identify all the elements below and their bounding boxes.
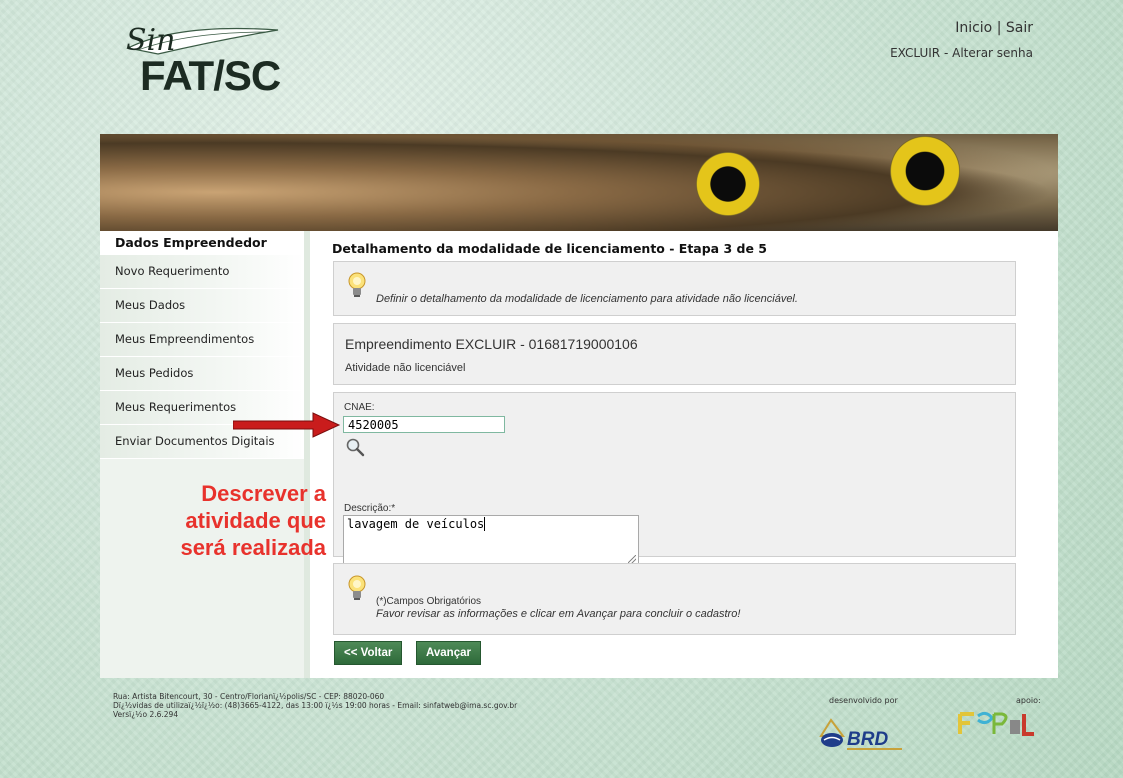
form-box: CNAE: 4520005 Descrição:* lavagem de veí… — [333, 392, 1016, 566]
footer-support: Dï¿½vidas de utilizaï¿½ï¿½o: (48)3665-41… — [113, 701, 518, 710]
footer-address: Rua: Artista Bitencourt, 30 - Centro/Flo… — [113, 692, 385, 701]
sidebar-item-meus-empreendimentos[interactable]: Meus Empreendimentos — [100, 323, 304, 357]
fapesc-logo-icon[interactable] — [956, 706, 1046, 740]
annotation-text: Descrever a atividade que será realizada — [132, 480, 326, 561]
link-separator: | — [996, 20, 1002, 36]
owl-eye-left — [696, 152, 760, 216]
main-panel: Dados Empreendedor Novo Requerimento Meu… — [100, 134, 1058, 678]
sidebar-item-meus-pedidos[interactable]: Meus Pedidos — [100, 357, 304, 391]
required-fields-note: (*)Campos Obrigatórios — [376, 596, 482, 607]
footer-info: Rua: Artista Bitencourt, 30 - Centro/Flo… — [113, 692, 517, 719]
cnae-input[interactable]: 4520005 — [343, 416, 505, 433]
tip-text: Definir o detalhamento da modalidade de … — [376, 293, 798, 305]
logo-text: FAT/SC — [140, 52, 281, 99]
descricao-label: Descrição:* — [344, 503, 396, 514]
developed-by-label: desenvolvido por — [829, 696, 898, 705]
lightbulb-icon — [348, 575, 366, 600]
footer-version: Versï¿½o 2.6.294 — [113, 710, 179, 719]
search-icon[interactable] — [345, 437, 365, 457]
descricao-textarea[interactable]: lavagem de veículos​ — [343, 515, 639, 566]
info-box: Definir o detalhamento da modalidade de … — [333, 261, 1016, 316]
annotation-line-3: será realizada — [180, 535, 326, 560]
apoio-label: apoio: — [1016, 696, 1041, 705]
text-cursor: ​ — [484, 517, 486, 531]
user-name: EXCLUIR — [890, 46, 941, 60]
voltar-button[interactable]: << Voltar — [334, 641, 403, 665]
sidebar-item-meus-dados[interactable]: Meus Dados — [100, 289, 304, 323]
sair-link[interactable]: Sair — [1006, 20, 1033, 36]
empreendimento-subtitle: Atividade não licenciável — [345, 362, 466, 374]
lightbulb-icon — [348, 272, 366, 297]
cnae-label: CNAE: — [344, 402, 375, 413]
sidebar-title: Dados Empreendedor — [100, 231, 304, 255]
required-fields-box: (*)Campos Obrigatórios Favor revisar as … — [333, 563, 1016, 635]
empreendimento-title: Empreendimento EXCLUIR - 01681719000106 — [345, 336, 638, 352]
empreendimento-box: Empreendimento EXCLUIR - 01681719000106 … — [333, 323, 1016, 385]
content-area: Detalhamento da modalidade de licenciame… — [332, 231, 1022, 665]
page-title: Detalhamento da modalidade de licenciame… — [332, 241, 767, 256]
sidebar-item-novo-requerimento[interactable]: Novo Requerimento — [100, 255, 304, 289]
owl-banner-image — [100, 134, 1058, 231]
sidebar: Dados Empreendedor Novo Requerimento Meu… — [100, 231, 310, 678]
review-instruction: Favor revisar as informações e clicar em… — [376, 608, 741, 620]
brd-logo-text: BRD — [847, 729, 888, 750]
button-row: << Voltar Avançar — [334, 641, 634, 665]
avancar-button[interactable]: Avançar — [416, 641, 481, 665]
sinfat-logo[interactable]: Sin FAT/SC — [118, 18, 288, 99]
owl-eye-right — [890, 136, 960, 206]
user-separator: - — [943, 46, 949, 60]
annotation-line-1: Descrever a — [201, 481, 326, 506]
descricao-value: lavagem de veículos — [347, 517, 485, 531]
inicio-link[interactable]: Inicio — [955, 20, 992, 36]
brd-logo[interactable]: BRD — [819, 718, 909, 752]
resize-grip-icon[interactable] — [628, 555, 636, 563]
top-links: Inicio | Sair EXCLUIR - Alterar senha — [890, 20, 1033, 60]
annotation-arrow-icon — [233, 412, 341, 438]
annotation-line-2: atividade que — [185, 508, 326, 533]
alterar-senha-link[interactable]: Alterar senha — [952, 46, 1033, 60]
